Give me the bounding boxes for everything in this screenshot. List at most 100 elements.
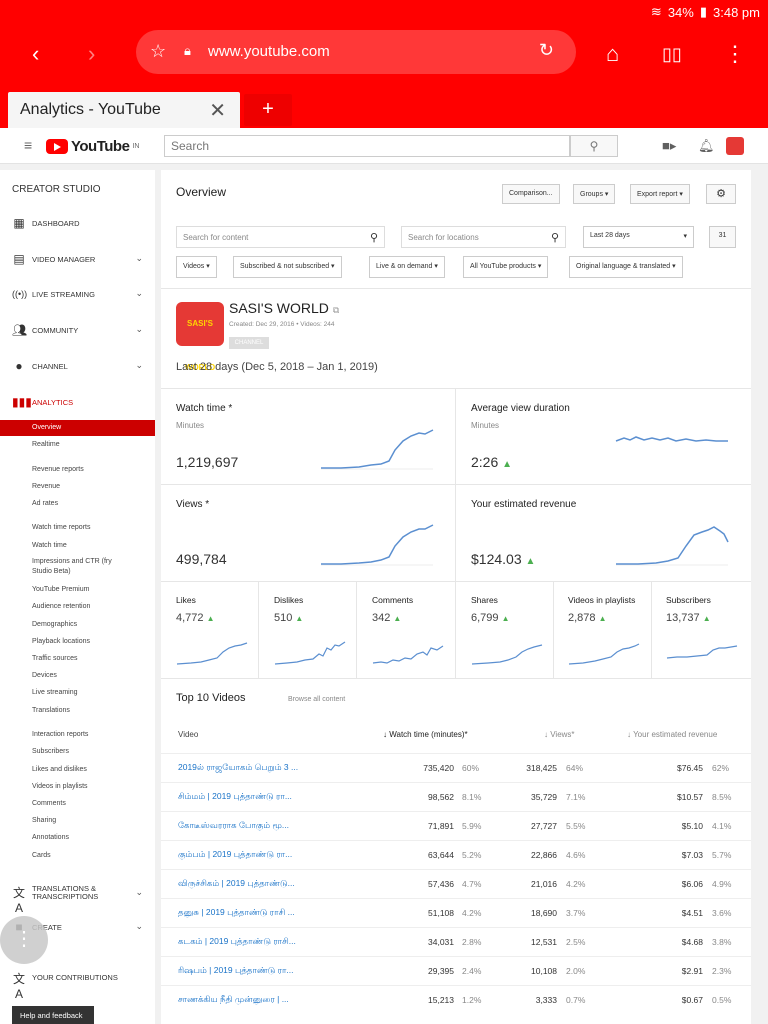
url-text[interactable]: www.youtube.com [208, 43, 330, 60]
table-row[interactable]: சிம்மம் | 2019 புத்தாண்டு ரா... 98,562 8.1… [161, 782, 751, 811]
video-title-link[interactable]: சாணக்கிய நீதி முன்னுரை | ... [178, 994, 289, 1006]
video-title-link[interactable]: கும்பம் | 2019 புத்தாண்டு ரா... [178, 849, 292, 861]
reload-icon[interactable]: ↻ [539, 40, 554, 61]
sidebar-sub-cards[interactable]: Cards [32, 852, 51, 859]
sidebar-sub-revenue-reports[interactable]: Revenue reports [32, 466, 84, 473]
avatar[interactable] [726, 137, 744, 155]
search-locations-input[interactable]: Search for locations ⚲ [401, 226, 566, 248]
table-row[interactable]: சாணக்கிய நீதி முன்னுரை | ... 15,213 1.2% 3,… [161, 985, 751, 1014]
close-icon[interactable]: ✕ [209, 98, 226, 123]
sidebar-item-dashboard[interactable]: ▦ DASHBOARD [0, 212, 155, 234]
filter-subscribed[interactable]: Subscribed & not subscribed ▾ [233, 256, 342, 278]
sidebar-sub-audience-retention[interactable]: Audience retention [32, 603, 90, 610]
table-row[interactable]: விருச்சிகம் | 2019 புத்தாண்டு... 57,436 4.… [161, 869, 751, 898]
sidebar-sub-sharing[interactable]: Sharing [32, 817, 56, 824]
table-row[interactable]: கோடீஸ்வரராக போகும் மூ... 71,891 5.9% 27,727… [161, 811, 751, 840]
tab-analytics[interactable]: Analytics - YouTube ✕ [8, 92, 240, 128]
sidebar-sub-translations[interactable]: Translations [32, 707, 70, 714]
sidebar-sub-demographics[interactable]: Demographics [32, 621, 77, 628]
table-row[interactable]: கடகம் | 2019 புத்தாண்டு ராசி... 34,031 2.8… [161, 927, 751, 956]
video-title-link[interactable]: ரிஷபம் | 2019 புத்தாண்டு ரா... [178, 965, 294, 977]
star-icon[interactable]: ☆ [150, 41, 166, 62]
sidebar-sub-interaction-reports[interactable]: Interaction reports [32, 731, 88, 738]
video-title-link[interactable]: சிம்மம் | 2019 புத்தாண்டு ரா... [178, 791, 292, 803]
hamburger-icon[interactable]: ≡ [24, 137, 32, 153]
col-header-views[interactable]: ↓ Views* [544, 730, 575, 739]
sidebar-item-live-streaming[interactable]: ((•)) LIVE STREAMING ⌄ [0, 283, 155, 305]
sidebar-sub-videos-in-playlists[interactable]: Videos in playlists [32, 783, 88, 790]
video-title-link[interactable]: விருச்சிகம் | 2019 புத்தாண்டு... [178, 878, 295, 890]
sidebar-sub-impressions-line2[interactable]: Studio Beta) [32, 568, 71, 575]
search-icon[interactable]: ⚲ [551, 231, 559, 244]
sidebar-sub-comments[interactable]: Comments [32, 800, 66, 807]
search-content-input[interactable]: Search for content ⚲ [176, 226, 385, 248]
sidebar-sub-overview[interactable]: Overview [0, 420, 155, 436]
sidebar-sub-annotations[interactable]: Annotations [32, 834, 69, 841]
forward-icon[interactable]: › [88, 42, 95, 66]
channel-name[interactable]: SASI'S WORLD ⧉ [229, 300, 339, 316]
sidebar-item-channel[interactable]: ● CHANNEL ⌄ [0, 355, 155, 377]
chevron-down-icon[interactable]: ⌄ [135, 360, 143, 371]
sidebar-sub-ad-rates[interactable]: Ad rates [32, 500, 58, 507]
sidebar-sub-realtime[interactable]: Realtime [32, 441, 60, 448]
chevron-down-icon[interactable]: ⌄ [135, 887, 143, 898]
creator-studio-header[interactable]: CREATOR STUDIO [12, 184, 101, 195]
sidebar-sub-traffic-sources[interactable]: Traffic sources [32, 655, 78, 662]
sidebar-sub-devices[interactable]: Devices [32, 672, 57, 679]
sidebar-sub-watch-time[interactable]: Watch time [32, 542, 67, 549]
filter-live-on-demand[interactable]: Live & on demand ▾ [369, 256, 445, 278]
table-row[interactable]: கும்பம் | 2019 புத்தாண்டு ரா... 63,644 5.2… [161, 840, 751, 869]
sidebar-sub-revenue[interactable]: Revenue [32, 483, 60, 490]
sidebar-sub-live-streaming[interactable]: Live streaming [32, 689, 78, 696]
col-header-watch-time[interactable]: ↓ Watch time (minutes)* [383, 730, 468, 739]
help-feedback-button[interactable]: Help and feedback [12, 1006, 94, 1024]
sidebar-sub-impressions[interactable]: Impressions and CTR (fry [32, 558, 112, 565]
chevron-down-icon[interactable]: ⌄ [135, 253, 143, 264]
search-icon[interactable]: ⚲ [370, 231, 378, 244]
sidebar-item-your-contributions[interactable]: 文A YOUR CONTRIBUTIONS [0, 966, 155, 1001]
search-button[interactable]: ⚲ [570, 135, 618, 157]
video-title-link[interactable]: கோடீஸ்வரராக போகும் மூ... [178, 820, 289, 832]
address-bar[interactable]: ☆ 🔒︎ www.youtube.com ↻ [136, 30, 576, 74]
search-input[interactable]: Search [164, 135, 570, 157]
export-report-button[interactable]: Export report ▾ [630, 184, 690, 204]
chevron-down-icon[interactable]: ⌄ [135, 288, 143, 299]
sidebar-sub-youtube-premium[interactable]: YouTube Premium [32, 586, 89, 593]
sidebar-item-translations[interactable]: 文A TRANSLATIONS & TRANSCRIPTIONS ⌄ [0, 880, 155, 915]
home-icon[interactable]: ⌂ [606, 42, 619, 66]
date-range-select[interactable]: Last 28 days ▾ [583, 226, 694, 248]
col-header-revenue[interactable]: ↓ Your estimated revenue [627, 730, 717, 739]
sidebar-item-community[interactable]: 👥︎ COMMUNITY ⌄ [0, 319, 155, 341]
video-title-link[interactable]: தனுசு | 2019 புத்தாண்டு ராசி ... [178, 907, 295, 919]
sidebar-item-video-manager[interactable]: ▤ VIDEO MANAGER ⌄ [0, 248, 155, 270]
bookmarks-icon[interactable]: ▯▯ [662, 42, 682, 66]
chevron-down-icon[interactable]: ⌄ [135, 921, 143, 932]
chevron-down-icon[interactable]: ⌄ [135, 324, 143, 335]
sidebar-sub-subscribers[interactable]: Subscribers [32, 748, 69, 755]
filter-videos[interactable]: Videos ▾ [176, 256, 217, 278]
table-row[interactable]: ரிஷபம் | 2019 புத்தாண்டு ரா... 29,395 2.4%… [161, 956, 751, 985]
comparison-button[interactable]: Comparison... [502, 184, 560, 204]
groups-button[interactable]: Groups ▾ [573, 184, 616, 204]
floating-menu-button[interactable]: ⋮ [0, 916, 48, 964]
video-title-link[interactable]: கடகம் | 2019 புத்தாண்டு ராசி... [178, 936, 296, 948]
upload-video-icon[interactable]: ■▸ [662, 138, 676, 154]
browse-all-link[interactable]: Browse all content [288, 696, 345, 703]
back-icon[interactable]: ‹ [32, 42, 39, 66]
sidebar-item-analytics[interactable]: ▮▮▮ ANALYTICS [0, 391, 155, 413]
calendar-button[interactable]: 31 [709, 226, 736, 248]
filter-youtube-products[interactable]: All YouTube products ▾ [463, 256, 549, 278]
filter-language[interactable]: Original language & translated ▾ [569, 256, 683, 278]
settings-button[interactable]: ⚙ [706, 184, 736, 204]
menu-icon[interactable]: ⋮ [724, 42, 746, 66]
new-tab-button[interactable]: + [244, 94, 292, 126]
youtube-logo[interactable]: YouTube IN [46, 138, 139, 155]
notifications-icon[interactable]: 🔔︎ [698, 138, 715, 154]
table-row[interactable]: தனுசு | 2019 புத்தாண்டு ராசி ... 51,108 4.… [161, 898, 751, 927]
sidebar-sub-watch-time-reports[interactable]: Watch time reports [32, 524, 90, 531]
external-link-icon[interactable]: ⧉ [333, 305, 339, 315]
table-row[interactable]: 2019ல் ராஜயோகம் பெறும் 3 ... 735,420 60% 31… [161, 753, 751, 782]
sidebar-sub-playback-locations[interactable]: Playback locations [32, 638, 90, 645]
video-title-link[interactable]: 2019ல் ராஜயோகம் பெறும் 3 ... [178, 762, 298, 774]
sidebar-sub-likes-dislikes[interactable]: Likes and dislikes [32, 766, 87, 773]
